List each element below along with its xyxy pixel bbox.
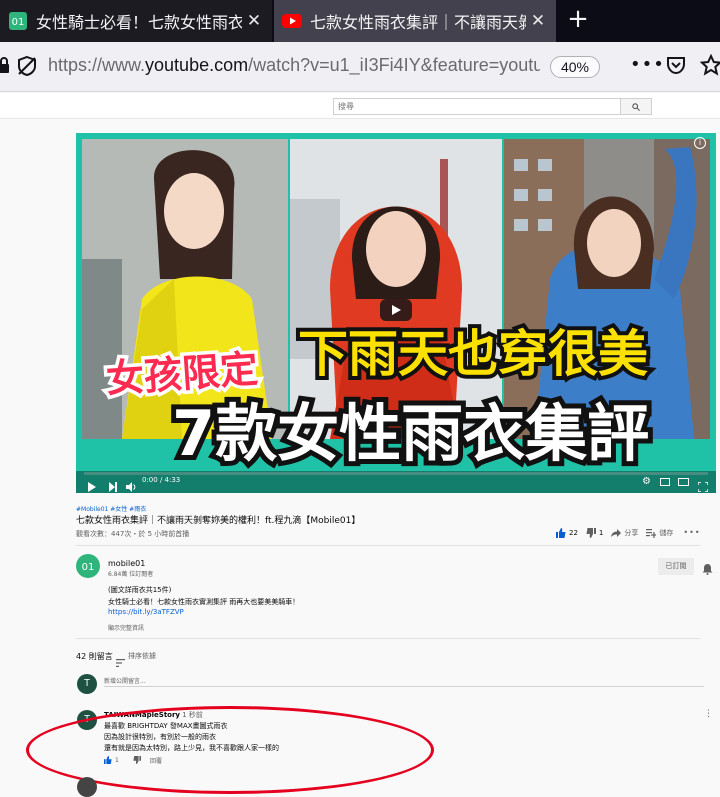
current-user-avatar: T — [77, 674, 97, 694]
svg-text:01: 01 — [82, 562, 95, 573]
search-input[interactable]: 搜尋 — [333, 98, 621, 115]
subscriber-count: 6.84萬 位訂閱者 — [108, 571, 154, 578]
search-button[interactable] — [620, 98, 652, 115]
mobile01-favicon-icon: 01 — [8, 11, 28, 31]
divider — [76, 638, 700, 639]
player-controls: 0:00 / 4:33 ⚙ — [76, 471, 716, 493]
thumbnail-title-red: 女孩限定 — [105, 347, 260, 401]
play-button[interactable] — [380, 299, 412, 321]
description-line: (圖文詳雨衣共15件) — [108, 586, 172, 594]
tab-strip: 01 女性騎士必看！七款女性雨衣實測集評 ✕ 七款女性雨衣集評｜不讓雨天剝奪妳美… — [0, 0, 720, 42]
miniplayer-icon[interactable] — [660, 478, 670, 486]
view-count: 觀看次數：447次・於 5 小時前首播 — [76, 530, 190, 538]
more-actions-icon[interactable]: ••• — [630, 54, 665, 75]
share-button[interactable]: 分享 — [611, 528, 638, 538]
thumbs-up-icon — [556, 528, 566, 538]
navigation-toolbar: https://www.youtube.com/watch?v=u1_iI3Fi… — [0, 42, 720, 92]
video-actions: 22 1 分享 儲存 ••• — [556, 528, 701, 538]
lock-icon[interactable] — [0, 56, 10, 78]
settings-icon[interactable]: ⚙ — [642, 476, 651, 487]
dislike-button[interactable]: 1 — [586, 528, 603, 538]
play-control-icon[interactable] — [88, 477, 96, 493]
divider — [76, 545, 700, 546]
close-tab-icon[interactable]: ✕ — [526, 11, 550, 31]
close-tab-icon[interactable]: ✕ — [242, 11, 266, 31]
notification-bell-icon[interactable] — [702, 560, 713, 579]
info-icon[interactable]: i — [694, 137, 706, 149]
url-input[interactable]: https://www.youtube.com/watch?v=u1_iI3Fi… — [48, 55, 540, 76]
sort-icon[interactable] — [116, 652, 125, 671]
pocket-icon[interactable] — [666, 55, 686, 79]
tab-title: 七款女性雨衣集評｜不讓雨天剝奪妳美的權利 — [310, 13, 526, 32]
save-button[interactable]: 儲存 — [646, 528, 673, 538]
volume-icon[interactable] — [126, 477, 136, 493]
add-comment-input[interactable]: 新增公開留言... — [104, 676, 146, 685]
like-button[interactable]: 22 — [556, 528, 578, 538]
tab-mobile01-article[interactable]: 01 女性騎士必看！七款女性雨衣實測集評 ✕ — [0, 0, 272, 42]
search-icon — [632, 102, 640, 111]
thumbnail-title-yellow: 下雨天也穿很美 — [298, 325, 648, 383]
youtube-header: 搜尋 — [0, 93, 720, 119]
tracking-protection-icon[interactable] — [16, 55, 38, 81]
video-title: 七款女性雨衣集評｜不讓雨天剝奪妳美的權利！ft.程九滴【Mobile01】 — [76, 516, 361, 526]
fullscreen-icon[interactable] — [697, 477, 709, 493]
youtube-favicon-icon — [282, 11, 302, 31]
more-options-icon[interactable]: ••• — [683, 528, 700, 538]
thumbs-down-icon — [586, 528, 596, 538]
comment-input-underline — [104, 686, 704, 687]
comment-menu-icon[interactable]: ⋮ — [704, 710, 713, 719]
comments-count: 42 則留言 — [76, 652, 113, 661]
video-player[interactable]: 女孩限定 下雨天也穿很美 7款女性雨衣集評 i 0:00 / 4:33 ⚙ — [76, 133, 716, 493]
video-time: 0:00 / 4:33 — [142, 476, 181, 484]
description-line: 女性騎士必看！七款女性雨衣實測集評 雨再大也要美美騎車！ — [108, 598, 300, 606]
video-hashtags[interactable]: #Mobile01 #女性 #雨衣 — [76, 504, 146, 513]
subscribed-button[interactable]: 已訂閱 — [658, 558, 694, 575]
next-icon[interactable] — [109, 477, 117, 493]
tab-title: 女性騎士必看！七款女性雨衣實測集評 — [36, 13, 242, 32]
svg-text:01: 01 — [12, 17, 25, 28]
show-more-button[interactable]: 顯示完整資訊 — [108, 623, 144, 632]
play-icon — [392, 305, 401, 315]
thumbnail-title-white: 7款女性雨衣集評 — [172, 397, 649, 470]
channel-avatar[interactable]: 01 — [76, 554, 100, 578]
sort-by-button[interactable]: 排序依據 — [128, 651, 156, 661]
description-link[interactable]: https://bit.ly/3aTFZVP — [108, 608, 184, 616]
channel-name[interactable]: mobile01 — [108, 559, 145, 568]
next-comment-avatar[interactable] — [77, 777, 97, 797]
playlist-add-icon — [646, 529, 657, 538]
theater-mode-icon[interactable] — [678, 478, 689, 486]
tab-youtube-video[interactable]: 七款女性雨衣集評｜不讓雨天剝奪妳美的權利 ✕ — [274, 0, 556, 42]
new-tab-button[interactable]: + — [564, 6, 592, 34]
zoom-level-button[interactable]: 40% — [550, 56, 600, 78]
bookmark-star-icon[interactable] — [699, 53, 720, 80]
youtube-page: 搜尋 女孩限定 下雨天也穿很美 7款女性雨衣集評 i 0:00 / 4:33 ⚙… — [0, 93, 720, 797]
share-icon — [611, 529, 622, 537]
